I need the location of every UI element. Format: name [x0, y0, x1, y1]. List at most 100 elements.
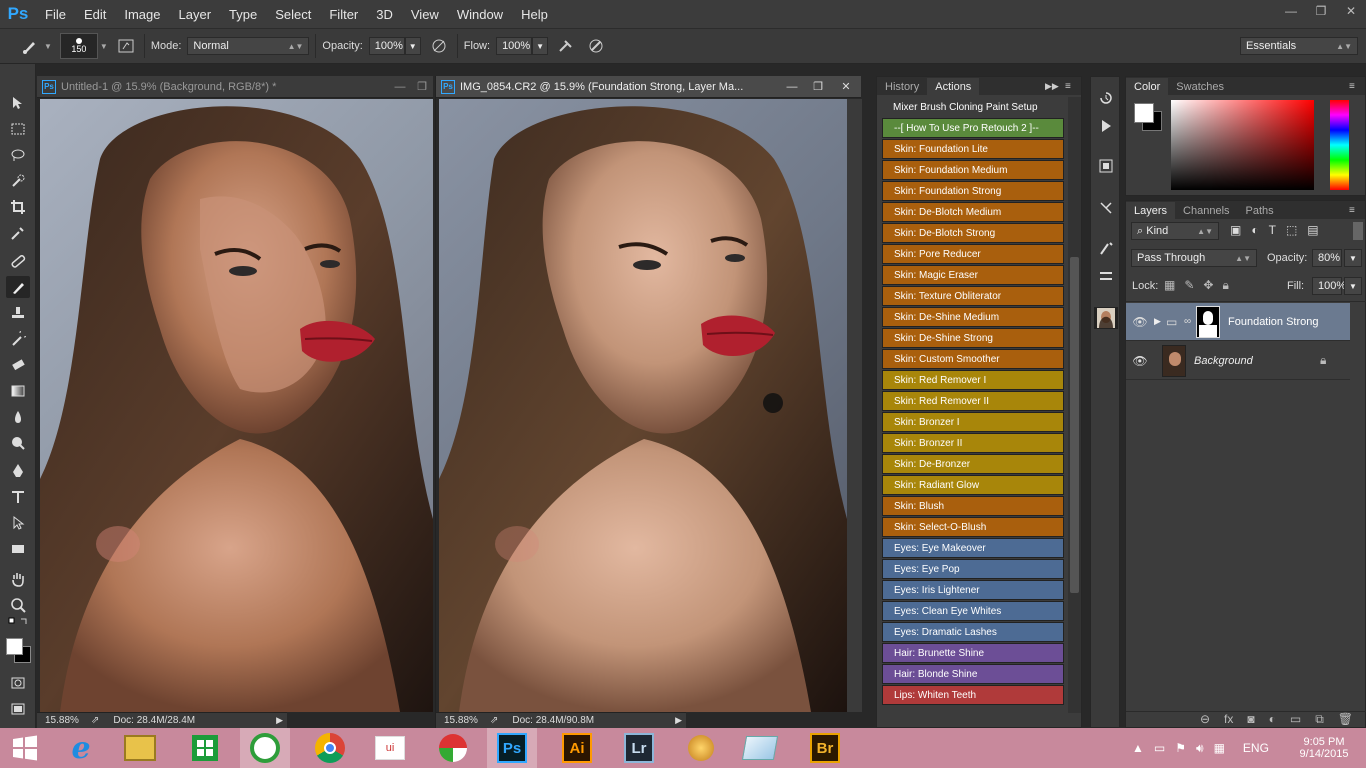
paint-icon[interactable] — [428, 728, 478, 768]
restore-button[interactable]: ❐ — [1306, 0, 1336, 22]
tab-paths[interactable]: Paths — [1238, 202, 1282, 219]
brush-tool-preset-icon[interactable] — [18, 34, 42, 58]
lasso-tool-icon[interactable] — [6, 144, 30, 166]
action-item[interactable]: Eyes: Eye Pop — [882, 559, 1064, 579]
group-expand-icon[interactable]: ▶ — [1154, 316, 1166, 327]
action-item[interactable]: Hair: Blonde Shine — [882, 664, 1064, 684]
menu-type[interactable]: Type — [220, 7, 266, 22]
action-item[interactable]: --[ How To Use Pro Retouch 2 ]-- — [882, 118, 1064, 138]
link-layers-icon[interactable]: ⊖ — [1200, 712, 1210, 729]
layer-opacity-toggle[interactable]: ▼ — [1344, 249, 1362, 267]
add-mask-icon[interactable]: ◙ — [1247, 712, 1254, 729]
layer-mask-thumbnail[interactable] — [1196, 305, 1220, 338]
marquee-tool-icon[interactable] — [6, 118, 30, 140]
menu-image[interactable]: Image — [115, 7, 169, 22]
menu-file[interactable]: File — [36, 7, 75, 22]
export-icon[interactable]: ⇗ — [490, 715, 498, 726]
app-icon[interactable]: ui — [365, 728, 415, 768]
brush-presets-icon[interactable] — [1094, 237, 1118, 259]
internet-explorer-icon[interactable]: e — [56, 728, 106, 768]
delete-layer-icon[interactable]: 🗑︎ — [1338, 712, 1353, 729]
lightroom-icon[interactable]: Lr — [614, 728, 664, 768]
lock-transparent-icon[interactable]: ▦ — [1164, 278, 1175, 293]
flag-icon[interactable]: ⚑ — [1175, 741, 1186, 755]
export-icon[interactable]: ⇗ — [91, 715, 99, 726]
layer-row-foundation-strong[interactable]: 👁︎ ▶ ▭ ∞ Foundation Strong — [1126, 303, 1350, 341]
panel-menu-icon[interactable]: ≡ — [1349, 205, 1365, 216]
action-item[interactable]: Skin: Magic Eraser — [882, 265, 1064, 285]
blend-mode-dropdown[interactable]: Pass Through ▲▼ — [1131, 249, 1257, 267]
start-button[interactable] — [0, 728, 50, 768]
adjustments-panel-icon[interactable] — [1094, 265, 1118, 287]
doc2-restore-button[interactable]: ❐ — [805, 80, 831, 93]
show-hidden-icons-arrow-icon[interactable]: ▲ — [1132, 741, 1144, 755]
lock-position-icon[interactable]: ✥ — [1203, 278, 1213, 293]
action-item[interactable]: Lips: Whiten Teeth — [882, 685, 1064, 705]
visibility-eye-icon[interactable]: 👁︎ — [1126, 354, 1154, 368]
action-item[interactable]: Skin: Bronzer I — [882, 412, 1064, 432]
default-colors-icon[interactable] — [6, 616, 30, 630]
opacity-slider-toggle[interactable]: ▼ — [404, 37, 421, 55]
doc2-minimize-button[interactable]: — — [779, 81, 805, 93]
tab-swatches[interactable]: Swatches — [1168, 78, 1232, 95]
status-menu-arrow-icon[interactable]: ▶ — [276, 715, 283, 726]
action-item[interactable]: Skin: De-Shine Strong — [882, 328, 1064, 348]
quick-mask-icon[interactable] — [6, 672, 30, 694]
panel-menu-icon[interactable]: ≡ — [1349, 81, 1365, 92]
menu-filter[interactable]: Filter — [320, 7, 367, 22]
canvas-image-2[interactable] — [439, 99, 847, 712]
action-item[interactable]: Eyes: Clean Eye Whites — [882, 601, 1064, 621]
menu-3d[interactable]: 3D — [367, 7, 402, 22]
language-indicator[interactable]: ENG — [1243, 741, 1269, 755]
pen-tool-icon[interactable] — [6, 460, 30, 482]
zoom-level-2[interactable]: 15.88% — [444, 715, 490, 726]
greenshot-icon[interactable] — [240, 728, 290, 768]
airbrush-icon[interactable] — [554, 34, 578, 58]
path-selection-tool-icon[interactable] — [6, 512, 30, 534]
layer-opacity-input[interactable]: 80% — [1312, 249, 1342, 267]
fill-input[interactable]: 100% — [1312, 277, 1346, 295]
history-panel-icon[interactable] — [1094, 87, 1118, 109]
notes-icon[interactable] — [735, 728, 785, 768]
action-item[interactable]: Skin: Bronzer II — [882, 433, 1064, 453]
workspace-dropdown[interactable]: Essentials ▲▼ — [1240, 37, 1358, 55]
action-item[interactable]: Skin: Foundation Lite — [882, 139, 1064, 159]
eraser-tool-icon[interactable] — [6, 354, 30, 376]
action-item[interactable]: Skin: De-Blotch Medium — [882, 202, 1064, 222]
color-foreground-swatch[interactable] — [1134, 103, 1154, 123]
store-icon[interactable] — [180, 728, 230, 768]
layer-name[interactable]: Foundation Strong — [1228, 316, 1319, 328]
action-item[interactable]: Skin: Custom Smoother — [882, 349, 1064, 369]
screen-mode-icon[interactable] — [6, 698, 30, 720]
action-item[interactable]: Eyes: Dramatic Lashes — [882, 622, 1064, 642]
panel-collapse-icon[interactable]: ▶▶ — [1045, 81, 1065, 92]
brush-tool-icon[interactable] — [6, 276, 30, 298]
brush-panel-icon[interactable] — [114, 34, 138, 58]
pressure-size-icon[interactable] — [584, 34, 608, 58]
tab-history[interactable]: History — [877, 78, 927, 95]
actions-panel-icon[interactable] — [1094, 115, 1118, 137]
action-item[interactable]: Skin: Texture Obliterator — [882, 286, 1064, 306]
status-menu-arrow-icon[interactable]: ▶ — [675, 715, 682, 726]
action-item[interactable]: Skin: De-Shine Medium — [882, 307, 1064, 327]
action-item[interactable]: Hair: Brunette Shine — [882, 643, 1064, 663]
color-field[interactable] — [1171, 100, 1314, 190]
adjustment-filter-icon[interactable]: ◐ — [1251, 223, 1258, 237]
gradient-tool-icon[interactable] — [6, 380, 30, 402]
canvas-scrollbar[interactable] — [847, 99, 862, 712]
device-icon[interactable]: ▭ — [1154, 741, 1165, 755]
panel-menu-icon[interactable]: ≡ — [1065, 81, 1081, 92]
document-tab-2[interactable]: Ps IMG_0854.CR2 @ 15.9% (Foundation Stro… — [436, 76, 861, 98]
chrome-icon[interactable] — [305, 728, 355, 768]
action-item[interactable]: Skin: Foundation Strong — [882, 181, 1064, 201]
close-button[interactable]: ✕ — [1336, 0, 1366, 22]
pixel-filter-icon[interactable]: ▣ — [1230, 223, 1241, 237]
new-group-icon[interactable]: ▭ — [1290, 712, 1301, 729]
illustrator-icon[interactable]: Ai — [552, 728, 602, 768]
action-item[interactable]: Skin: Select-O-Blush — [882, 517, 1064, 537]
volume-icon[interactable]: 🔊︎ — [1196, 741, 1204, 756]
dodge-tool-icon[interactable] — [6, 432, 30, 454]
mode-dropdown[interactable]: Normal ▲▼ — [187, 37, 310, 55]
layer-thumbnail[interactable] — [1162, 344, 1186, 377]
action-item[interactable]: Skin: Red Remover II — [882, 391, 1064, 411]
